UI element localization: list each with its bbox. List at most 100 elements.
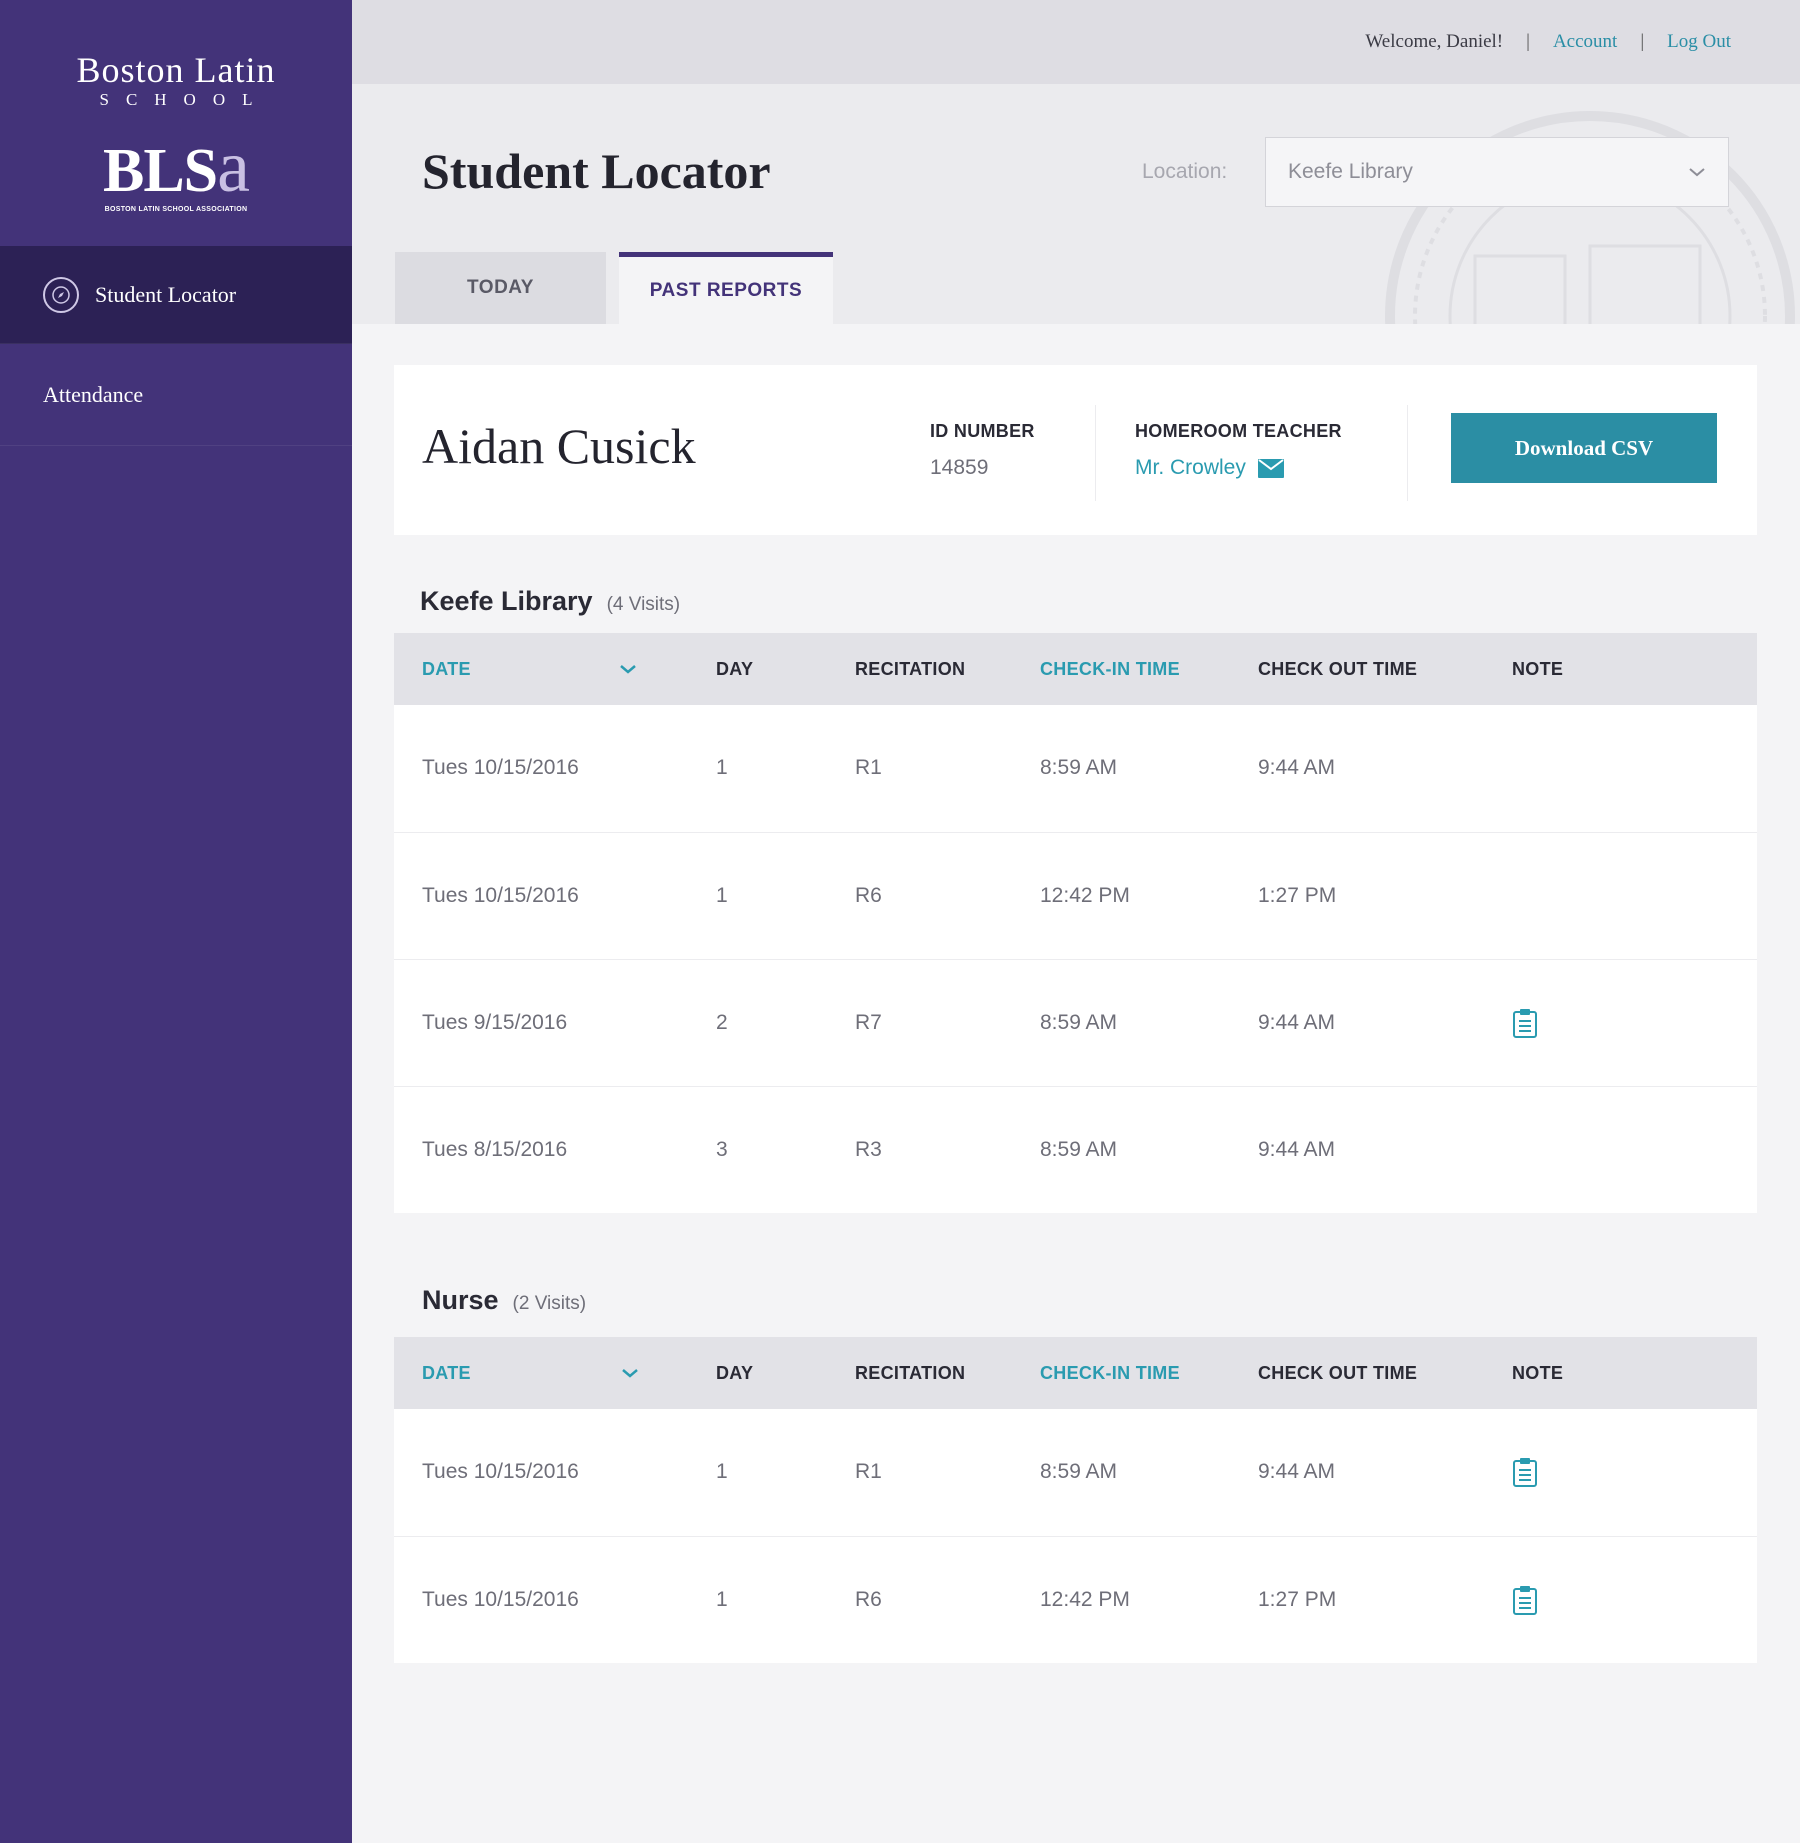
table-body: Tues 10/15/2016 1 R1 8:59 AM 9:44 AM Tue… [394,705,1757,1213]
section-name: Keefe Library [420,586,593,616]
col-day[interactable]: DAY [716,1337,753,1409]
col-check-in[interactable]: CHECK-IN TIME [1040,633,1180,705]
cell-check-out: 9:44 AM [1258,1460,1336,1483]
chevron-down-icon[interactable] [621,1367,639,1379]
table-row: Tues 10/15/2016 1 R1 8:59 AM 9:44 AM [394,1409,1757,1536]
table-header: DATE DAY RECITATION CHECK-IN TIME CHECK … [394,1337,1757,1409]
visit-count: (4 Visits) [606,594,681,615]
col-date[interactable]: DATE [422,1337,471,1409]
blsa-logo: BLSa [102,126,250,208]
cell-check-in: 8:59 AM [1040,1460,1118,1483]
cell-note [1512,1409,1538,1535]
col-check-out[interactable]: CHECK OUT TIME [1258,633,1417,705]
cell-check-out: 9:44 AM [1258,756,1336,779]
cell-check-in: 8:59 AM [1040,756,1118,779]
cell-check-out: 9:44 AM [1258,1138,1336,1161]
page-title: Student Locator [422,143,771,199]
cell-date: Tues 8/15/2016 [422,1138,568,1161]
table-row: Tues 10/15/2016 1 R6 12:42 PM 1:27 PM [394,832,1757,959]
cell-date: Tues 9/15/2016 [422,1011,568,1034]
col-recitation[interactable]: RECITATION [855,1337,965,1409]
cell-day: 1 [716,884,728,907]
cell-date: Tues 10/15/2016 [422,756,579,779]
tab-past-reports[interactable]: PAST REPORTS [619,252,833,324]
cell-day: 2 [716,1011,728,1034]
cell-recitation: R1 [855,1460,882,1483]
cell-check-out: 9:44 AM [1258,1011,1336,1034]
visit-count: (2 Visits) [512,1293,587,1314]
location-select[interactable]: Keefe Library [1265,137,1729,207]
section-title: Keefe Library (4 Visits) [420,586,680,617]
clipboard-icon[interactable] [1512,1457,1538,1487]
cell-note [1512,960,1538,1086]
sidebar-item-attendance[interactable]: Attendance [0,344,352,446]
cell-check-in: 8:59 AM [1040,1011,1118,1034]
homeroom-teacher-name: Mr. Crowley [1135,456,1246,479]
compass-icon [43,276,79,313]
table-row: Tues 9/15/2016 2 R7 8:59 AM 9:44 AM [394,959,1757,1086]
visits-table-keefe-library: DATE DAY RECITATION CHECK-IN TIME CHECK … [394,633,1757,1213]
tab-today[interactable]: TODAY [395,252,606,324]
cell-recitation: R6 [855,884,882,907]
cell-recitation: R1 [855,756,882,779]
cell-check-in: 8:59 AM [1040,1138,1118,1161]
id-number-label: ID NUMBER [930,421,1035,441]
divider [1407,405,1408,501]
id-number-block: ID NUMBER 14859 [930,421,1035,480]
tab-label: PAST REPORTS [649,279,803,301]
cell-day: 1 [716,1460,728,1483]
download-csv-button[interactable]: Download CSV [1451,413,1717,483]
visits-table-nurse: DATE DAY RECITATION CHECK-IN TIME CHECK … [394,1337,1757,1663]
cell-note [1512,1537,1538,1663]
table-row: Tues 8/15/2016 3 R3 8:59 AM 9:44 AM [394,1086,1757,1213]
homeroom-block: HOMEROOM TEACHER Mr. Crowley [1135,421,1342,480]
sidebar-item-student-locator[interactable]: Student Locator [0,246,352,344]
school-logo: Boston Latin SCHOOL BLSa BOSTON LATIN SC… [0,0,352,246]
col-note: NOTE [1512,658,1564,679]
sidebar-item-label: Student Locator [95,281,237,307]
id-number-value: 14859 [930,456,989,479]
top-bar: Welcome, Daniel! | Account | Log Out [352,0,1800,84]
cell-check-out: 1:27 PM [1258,884,1337,907]
cell-check-out: 1:27 PM [1258,1588,1337,1611]
cell-recitation: R3 [855,1138,882,1161]
col-check-out[interactable]: CHECK OUT TIME [1258,1337,1417,1409]
sidebar: Boston Latin SCHOOL BLSa BOSTON LATIN SC… [0,0,352,1843]
chevron-down-icon[interactable] [619,663,637,675]
welcome-text: Welcome, Daniel! [1365,31,1504,52]
section-title: Nurse (2 Visits) [422,1285,586,1316]
table-row: Tues 10/15/2016 1 R1 8:59 AM 9:44 AM [394,705,1757,832]
logo-title: Boston Latin [76,50,276,90]
cell-check-in: 12:42 PM [1040,1588,1130,1611]
cell-day: 3 [716,1138,728,1161]
logout-link[interactable]: Log Out [1667,31,1731,53]
student-name: Aidan Cusick [422,418,696,474]
tab-label: TODAY [467,277,534,298]
col-day[interactable]: DAY [716,633,753,705]
clipboard-icon[interactable] [1512,1008,1538,1038]
table-body: Tues 10/15/2016 1 R1 8:59 AM 9:44 AM Tue… [394,1409,1757,1663]
cell-check-in: 12:42 PM [1040,884,1130,907]
divider [1095,405,1096,501]
page-header: Student Locator Location: Keefe Library … [352,84,1800,324]
col-check-in[interactable]: CHECK-IN TIME [1040,1337,1180,1409]
cell-date: Tues 10/15/2016 [422,884,579,907]
location-label: Location: [1142,160,1228,183]
location-value: Keefe Library [1288,160,1413,183]
cell-day: 1 [716,756,728,779]
col-note: NOTE [1512,1362,1564,1383]
col-date[interactable]: DATE [422,633,471,705]
mail-icon[interactable] [1257,458,1284,478]
section-name: Nurse [422,1285,499,1315]
col-recitation[interactable]: RECITATION [855,633,965,705]
cell-recitation: R6 [855,1588,882,1611]
logo-subtitle: SCHOOL [99,90,270,109]
homeroom-label: HOMEROOM TEACHER [1135,421,1342,441]
clipboard-icon[interactable] [1512,1585,1538,1615]
student-card: Aidan Cusick ID NUMBER 14859 HOMEROOM TE… [394,365,1757,535]
chevron-down-icon [1689,168,1705,177]
homeroom-teacher-link[interactable]: Mr. Crowley [1135,456,1342,480]
table-row: Tues 10/15/2016 1 R6 12:42 PM 1:27 PM [394,1536,1757,1663]
account-link[interactable]: Account [1553,31,1617,53]
cell-day: 1 [716,1588,728,1611]
